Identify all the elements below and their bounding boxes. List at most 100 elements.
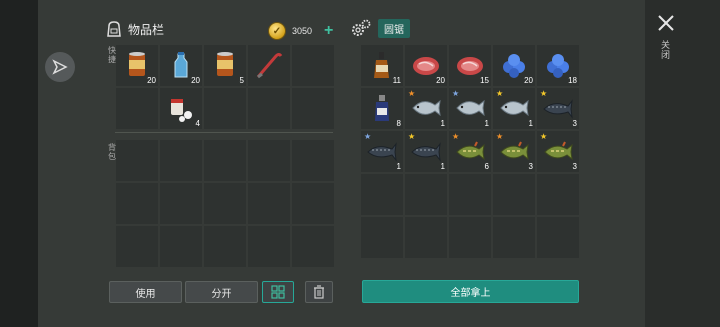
item-count: 1: [440, 119, 445, 128]
empty-slot[interactable]: [449, 217, 491, 258]
sort-button[interactable]: [262, 281, 294, 303]
add-coins-button[interactable]: +: [324, 22, 333, 40]
slot-salmon[interactable]: ★ 1: [405, 88, 447, 129]
split-button-label: 分开: [211, 288, 232, 300]
coin-balance: ✓ 3050 +: [268, 22, 333, 40]
slot-crowbar[interactable]: [248, 45, 290, 86]
quality-star-icon: ★: [364, 132, 372, 141]
empty-slot[interactable]: [248, 88, 290, 129]
trash-button[interactable]: [305, 281, 333, 303]
item-count: 18: [568, 76, 577, 85]
salmon-icon: [500, 99, 529, 117]
empty-slot[interactable]: [160, 183, 202, 224]
slot-sturgeon[interactable]: ★ 3: [537, 88, 579, 129]
empty-slot[interactable]: [405, 217, 447, 258]
empty-slot[interactable]: [248, 140, 290, 181]
slot-bottle[interactable]: 8: [361, 88, 403, 129]
empty-slot[interactable]: [116, 140, 158, 181]
pike-icon: [500, 141, 529, 161]
loot-header: 圆锯: [350, 18, 410, 38]
slot-whiskey[interactable]: 11: [361, 45, 403, 86]
empty-slot[interactable]: [537, 217, 579, 258]
item-count: 3: [572, 119, 577, 128]
empty-slot[interactable]: [537, 174, 579, 215]
empty-slot[interactable]: [160, 140, 202, 181]
salmon-icon: [412, 99, 441, 117]
pike-icon: [544, 141, 573, 161]
close-label[interactable]: 关闭: [661, 40, 671, 60]
slot-pills[interactable]: 4: [160, 88, 202, 129]
item-count: 4: [195, 119, 200, 128]
right-edge: [645, 0, 720, 327]
slot-pike[interactable]: ★ 3: [493, 131, 535, 172]
empty-slot[interactable]: [449, 174, 491, 215]
empty-slot[interactable]: [116, 183, 158, 224]
item-count: 3: [528, 162, 533, 171]
slot-salmon[interactable]: ★ 1: [449, 88, 491, 129]
empty-slot[interactable]: [292, 226, 334, 267]
item-count: 20: [524, 76, 533, 85]
gears-icon: [352, 19, 371, 36]
empty-slot[interactable]: [361, 217, 403, 258]
empty-slot[interactable]: [292, 88, 334, 129]
backpack-icon: [107, 21, 121, 37]
item-count: 20: [191, 76, 200, 85]
coin-amount: 3050: [292, 26, 313, 36]
empty-slot[interactable]: [116, 226, 158, 267]
use-button[interactable]: 使用: [109, 281, 182, 303]
slot-water-bottle[interactable]: 20: [160, 45, 202, 86]
empty-slot[interactable]: [493, 217, 535, 258]
quality-star-icon: ★: [408, 89, 416, 98]
empty-slot[interactable]: [204, 183, 246, 224]
item-count: 1: [396, 162, 401, 171]
empty-slot[interactable]: [405, 174, 447, 215]
pills-icon: [171, 99, 192, 122]
empty-slot[interactable]: [292, 183, 334, 224]
empty-slot[interactable]: [248, 226, 290, 267]
section-divider: [115, 132, 333, 133]
empty-slot[interactable]: [361, 174, 403, 215]
slot-steak[interactable]: 20: [405, 45, 447, 86]
item-count: 20: [436, 76, 445, 85]
grid-sort-icon: [271, 285, 285, 299]
slot-berries[interactable]: 20: [493, 45, 535, 86]
empty-slot[interactable]: [204, 226, 246, 267]
slot-pike[interactable]: ★ 3: [537, 131, 579, 172]
navigation-button[interactable]: [45, 52, 75, 82]
crowbar-icon: [256, 53, 283, 79]
empty-slot[interactable]: [160, 226, 202, 267]
slot-sturgeon[interactable]: ★ 1: [405, 131, 447, 172]
slot-steak[interactable]: 15: [449, 45, 491, 86]
use-button-label: 使用: [135, 288, 156, 300]
backpack-grid: [116, 140, 334, 267]
empty-slot[interactable]: [292, 45, 334, 86]
bottle-icon: [375, 95, 389, 121]
empty-slot[interactable]: [493, 174, 535, 215]
sturgeon-icon: [367, 142, 397, 162]
split-button[interactable]: 分开: [185, 281, 258, 303]
slot-canned-food[interactable]: 5: [204, 45, 246, 86]
item-count: 11: [392, 76, 401, 85]
slot-pike[interactable]: ★ 6: [449, 131, 491, 172]
inventory-title: 物品栏: [128, 22, 165, 37]
slot-sturgeon[interactable]: ★ 1: [361, 131, 403, 172]
item-count: 3: [572, 162, 577, 171]
empty-slot[interactable]: [292, 140, 334, 181]
empty-slot[interactable]: [248, 183, 290, 224]
hotbar-grid: 20 20 5 4: [116, 45, 334, 129]
item-count: 1: [440, 162, 445, 171]
sturgeon-icon: [543, 99, 573, 119]
empty-slot[interactable]: [204, 88, 246, 129]
slot-salmon[interactable]: ★ 1: [493, 88, 535, 129]
take-all-button[interactable]: 全部拿上: [362, 280, 579, 303]
item-count: 1: [484, 119, 489, 128]
pike-icon: [456, 141, 485, 161]
item-count: 6: [484, 162, 489, 171]
close-icon[interactable]: [655, 12, 677, 34]
game-screen: 物品栏 ✓ 3050 + 快捷 背包 20 20 5 4 使用 分开 圆锯 11…: [0, 0, 720, 327]
empty-slot[interactable]: [116, 88, 158, 129]
empty-slot[interactable]: [204, 140, 246, 181]
sturgeon-icon: [411, 142, 441, 162]
slot-canned-food[interactable]: 20: [116, 45, 158, 86]
slot-berries[interactable]: 18: [537, 45, 579, 86]
